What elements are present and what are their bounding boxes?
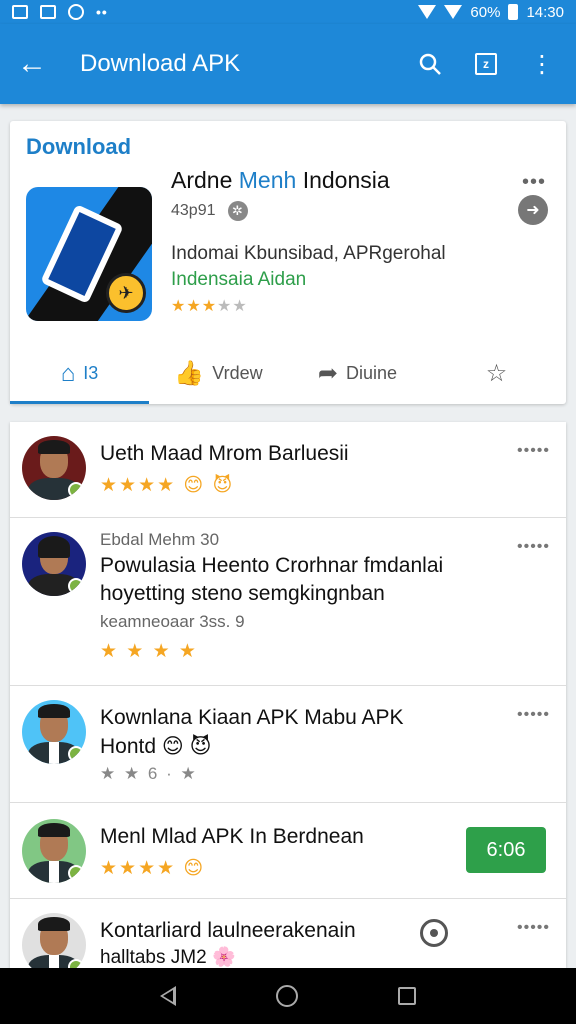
tab-favorite[interactable]: ☆	[427, 343, 566, 404]
search-icon[interactable]	[410, 44, 450, 84]
tab-home[interactable]: ⌂ I3	[10, 343, 149, 404]
app-bar: ← Download APK z ⋮	[0, 24, 576, 104]
more-notifications-icon: ••	[96, 4, 108, 20]
app-tabs: ⌂ I3 👍 Vrdew ➦ Diuine ☆	[10, 343, 566, 404]
avatar[interactable]	[22, 913, 86, 968]
reviewer-name: Menl Mlad APK In Berdnean	[100, 825, 364, 848]
list-item[interactable]: Menl Mlad APK In Berdnean ★★★★ 😊 6:06	[10, 803, 566, 899]
avatar[interactable]	[22, 700, 86, 764]
system-nav-bar	[0, 968, 576, 1024]
list-item[interactable]: Ueth Maad Mrom Barluesii ★★★★ 😊 😈 •••••	[10, 422, 566, 518]
back-arrow-icon[interactable]: ←	[0, 24, 64, 104]
avatar[interactable]	[22, 436, 86, 500]
app-description: Indomai Kbunsibad, APRgerohal	[171, 243, 446, 264]
list-item[interactable]: Ebdal Mehm 30 Powulasia Heento Crorhnar …	[10, 518, 566, 686]
review-list: Ueth Maad Mrom Barluesii ★★★★ 😊 😈 ••••• …	[10, 422, 566, 968]
more-options-icon[interactable]: •••••	[517, 706, 550, 724]
avatar[interactable]	[22, 532, 86, 596]
avatar[interactable]	[22, 819, 86, 883]
record-icon[interactable]	[420, 919, 448, 947]
review-stars: ★ ★ 6 · ★	[100, 764, 198, 783]
image-notification-icon	[12, 5, 28, 19]
section-label: Download	[26, 134, 132, 159]
share-icon: ➦	[317, 360, 339, 387]
tab-review[interactable]: 👍 Vrdew	[149, 343, 288, 404]
more-options-icon[interactable]: •••••	[517, 442, 550, 460]
signal-icon	[444, 5, 463, 19]
star-outline-icon: ☆	[485, 360, 508, 387]
app-meta: 43p91 ✲	[171, 201, 248, 221]
review-text-line1: Kownlana Kiaan APK Mabu APK	[100, 706, 404, 729]
settings-icon[interactable]: ✲	[227, 201, 248, 221]
app-logo-icon[interactable]: ✈	[26, 187, 152, 321]
nav-recents-icon[interactable]	[398, 987, 416, 1005]
list-item[interactable]: Kownlana Kiaan APK Mabu APK Hontd 😊 😈 ★ …	[10, 686, 566, 803]
home-icon: ⌂	[60, 359, 76, 387]
battery-percent: 60%	[470, 3, 501, 21]
overflow-menu-icon[interactable]: ⋮	[522, 44, 562, 84]
review-text-line1: Powulasia Heento Crorhnar fmdanlai	[100, 554, 444, 577]
review-date: Ebdal Mehm 30	[100, 530, 220, 549]
more-options-icon[interactable]: •••	[522, 171, 546, 194]
review-stars: ★★★★ 😊 😈	[100, 475, 235, 496]
thumb-up-icon: 👍	[174, 360, 205, 387]
nav-back-icon[interactable]	[160, 986, 176, 1006]
review-text-line2: Hontd 😊 😈	[100, 735, 212, 758]
app-name: Ardne Menh Indonsia	[171, 167, 390, 193]
next-arrow-icon[interactable]: ➜	[518, 195, 548, 225]
review-stars: ★ ★ ★ ★	[100, 641, 198, 662]
more-options-icon[interactable]: •••••	[517, 919, 550, 937]
wifi-icon	[418, 5, 437, 19]
review-meta: keamneoaar 3ss. 9	[100, 612, 245, 631]
sync-notification-icon	[68, 4, 84, 20]
zip-file-icon[interactable]: z	[466, 44, 506, 84]
more-options-icon[interactable]: •••••	[517, 538, 550, 556]
app-size: 43p91	[171, 202, 216, 219]
app-detail-card: Download ✈ Ardne Menh Indonsia 43p91 ✲ I…	[10, 121, 566, 404]
clock: 14:30	[526, 3, 564, 21]
list-item[interactable]: Kontarliard laulneerakenain halltabs JM2…	[10, 899, 566, 968]
tab-share[interactable]: ➦ Diuine	[288, 343, 427, 404]
status-bar: •• 60% 14:30	[0, 0, 576, 24]
review-text-line1: Kontarliard laulneerakenain	[100, 919, 356, 942]
nav-home-icon[interactable]	[276, 985, 298, 1007]
app-notification-icon	[40, 5, 56, 19]
app-developer: Indensaia Aidan	[171, 269, 307, 290]
battery-icon	[508, 4, 519, 20]
app-rating-stars: ★★★★★	[171, 298, 248, 315]
time-button[interactable]: 6:06	[466, 827, 546, 873]
review-text-line2: halltabs JM2 🌸	[100, 947, 236, 968]
review-text-line2: hoyetting steno semgkingnban	[100, 582, 385, 605]
page-title: Download APK	[80, 50, 241, 77]
reviewer-name: Ueth Maad Mrom Barluesii	[100, 442, 349, 465]
review-stars: ★★★★ 😊	[100, 858, 206, 879]
